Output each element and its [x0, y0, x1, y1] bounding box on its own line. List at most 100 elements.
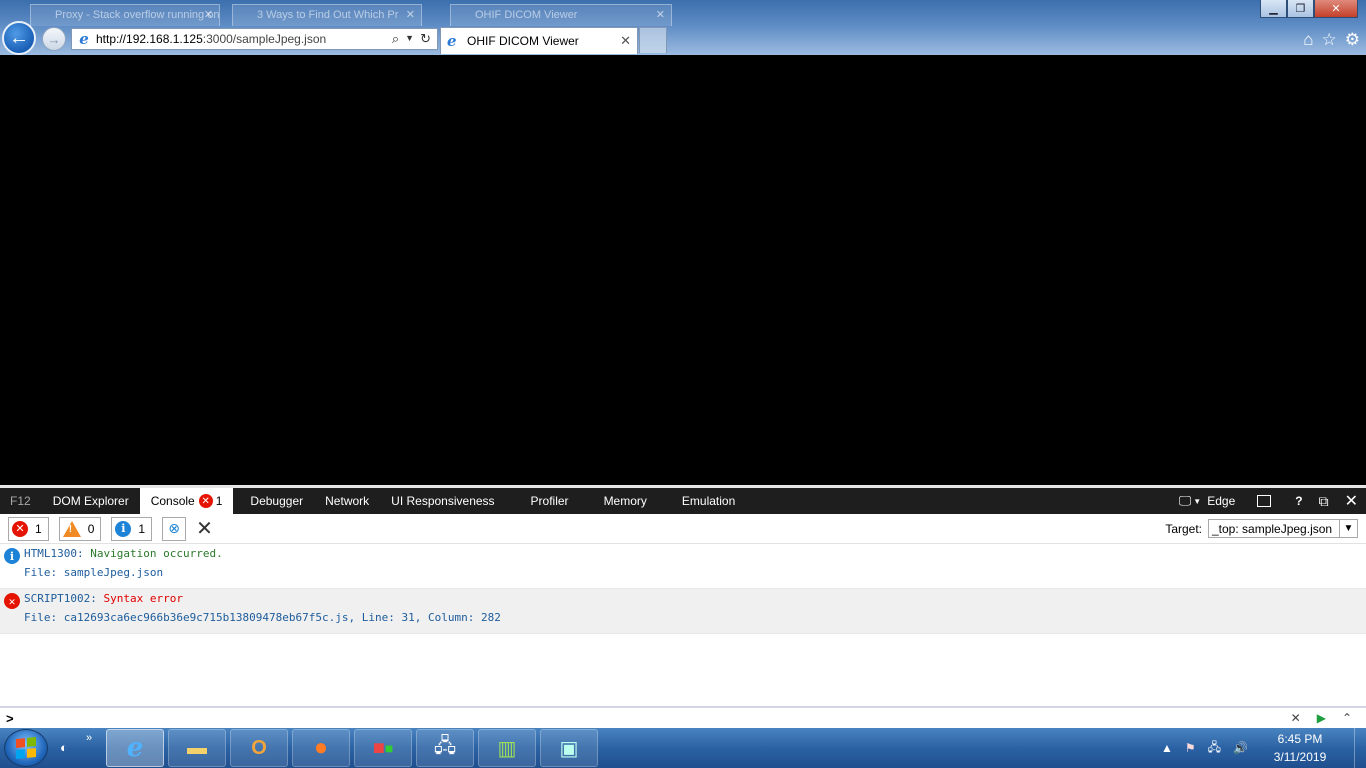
help-icon: ?: [1295, 494, 1303, 508]
arrow-left-icon: ←: [9, 26, 29, 49]
tab-console[interactable]: Console ✕ 1: [139, 488, 234, 514]
taskbar-network-app[interactable]: ■ ■: [354, 729, 412, 767]
close-tab-icon[interactable]: ✕: [620, 33, 631, 49]
help-button[interactable]: ?: [1287, 494, 1310, 508]
devtools-right-controls: 🖵 ▼ Edge ? ⧉ ✕: [1171, 488, 1366, 514]
new-tab-button[interactable]: [639, 27, 667, 53]
star-icon[interactable]: ☆: [1322, 30, 1337, 50]
monitor-icon: 🖵: [1178, 493, 1192, 508]
background-tab-1[interactable]: Proxy - Stack overflow running on Cl ✕: [30, 4, 220, 26]
network-icon[interactable]: 🖧: [1208, 738, 1221, 759]
chevron-right-icon[interactable]: »: [86, 732, 92, 744]
clock[interactable]: 6:45 PM 3/11/2019: [1260, 730, 1340, 766]
address-url[interactable]: http://192.168.1.125:3000/sampleJpeg.jso…: [96, 32, 326, 46]
warnings-filter[interactable]: ! 0: [58, 516, 102, 541]
clear-on-navigate-icon: ⊗: [168, 520, 180, 536]
tab-ui-responsiveness[interactable]: UI Responsiveness: [380, 488, 505, 514]
page-viewport[interactable]: [0, 55, 1366, 485]
address-path: :3000/sampleJpeg.json: [202, 32, 327, 46]
expand-input-icon[interactable]: ⌃: [1342, 711, 1352, 725]
devtools-tab-bar: F12 DOM Explorer Console ✕ 1 Debugger Ne…: [0, 488, 1366, 514]
f12-label: F12: [10, 494, 31, 508]
taskbar-firefox[interactable]: ●: [292, 729, 350, 767]
console-input-bar[interactable]: > ✕ ▶ ⌃: [0, 706, 1366, 728]
console-toggle-button[interactable]: [1249, 495, 1279, 507]
info-count: 1: [138, 521, 146, 536]
window-controls: ▁ ❐ ✕: [1260, 0, 1358, 18]
volume-icon[interactable]: 🔊: [1233, 741, 1248, 755]
background-tab-1-label: Proxy - Stack overflow running on Cl: [55, 9, 220, 21]
error-icon: ✕: [12, 520, 28, 537]
console-message[interactable]: i HTML1300: Navigation occurred. File: s…: [0, 544, 1366, 589]
restore-button[interactable]: ❐: [1287, 0, 1314, 18]
taskbar-remote-app[interactable]: 🖧: [416, 729, 474, 767]
console-error-count: 1: [215, 494, 223, 508]
search-icon[interactable]: ⌕: [392, 31, 399, 47]
taskbar-file-explorer[interactable]: ▬: [168, 729, 226, 767]
run-icon[interactable]: ▶: [1317, 711, 1326, 725]
taskbar-monitor-app[interactable]: ▣: [540, 729, 598, 767]
chevron-down-icon: ▼: [1339, 520, 1357, 537]
chart-app-icon: ▥: [497, 737, 517, 760]
info-icon: i: [115, 520, 132, 537]
message-file[interactable]: File: ca12693ca6ec966b36e9c715b13809478e…: [24, 611, 1366, 630]
close-tab-icon[interactable]: ✕: [406, 5, 415, 25]
active-tab[interactable]: e OHIF DICOM Viewer ✕: [440, 27, 638, 54]
console-prompt-icon: [1257, 495, 1272, 507]
console-output[interactable]: i HTML1300: Navigation occurred. File: s…: [0, 544, 1366, 706]
clear-input-icon[interactable]: ✕: [1291, 711, 1301, 725]
minimize-button[interactable]: ▁: [1260, 0, 1287, 18]
folder-icon: ▬: [187, 736, 207, 759]
address-host: http://192.168.1.125: [96, 32, 203, 46]
close-icon: ✕: [196, 517, 213, 540]
errors-filter[interactable]: ✕ 1: [8, 516, 49, 541]
message-text: Syntax error: [103, 592, 183, 605]
tab-emulation[interactable]: Emulation: [671, 488, 746, 514]
chevron-down-icon: ▼: [1193, 496, 1202, 506]
refresh-icon[interactable]: ↻: [420, 31, 431, 47]
taskbar: ◐ » e ▬ O ● ■ ■ 🖧 ▥ ▣ ▲ ⚑ 🖧 🔊 6:45 PM 3/1…: [0, 728, 1366, 768]
language-icon[interactable]: ◐: [60, 740, 68, 755]
undock-button[interactable]: ⧉: [1311, 493, 1337, 510]
forward-button[interactable]: →: [42, 27, 66, 51]
show-hidden-icons[interactable]: ▲: [1161, 741, 1173, 755]
action-center-icon[interactable]: ⚑: [1185, 741, 1196, 755]
clear-on-navigate-button[interactable]: ⊗: [162, 516, 187, 541]
background-tab-2[interactable]: 3 Ways to Find Out Which Pr ✕: [232, 4, 422, 26]
tab-profiler[interactable]: Profiler: [520, 488, 580, 514]
tab-debugger[interactable]: Debugger: [239, 488, 314, 514]
taskbar-outlook[interactable]: O: [230, 729, 288, 767]
close-tab-icon[interactable]: ✕: [656, 5, 665, 25]
chevron-down-icon[interactable]: ▼: [405, 31, 414, 47]
tab-dom-explorer[interactable]: DOM Explorer: [42, 488, 140, 514]
tab-memory[interactable]: Memory: [593, 488, 658, 514]
tab-network[interactable]: Network: [314, 488, 380, 514]
remote-app-icon: 🖧: [433, 735, 457, 757]
outlook-icon: O: [251, 736, 267, 759]
document-mode-selector[interactable]: 🖵 ▼ Edge: [1171, 493, 1244, 509]
gear-icon[interactable]: ⚙: [1345, 30, 1360, 50]
console-message[interactable]: ✕ SCRIPT1002: Syntax error File: ca12693…: [0, 589, 1366, 634]
system-tray: ▲ ⚑ 🖧 🔊 6:45 PM 3/11/2019: [1161, 728, 1366, 768]
internet-explorer-icon: e: [126, 733, 144, 763]
info-filter[interactable]: i 1: [111, 516, 153, 541]
close-tab-icon[interactable]: ✕: [204, 5, 213, 25]
close-devtools-button[interactable]: ✕: [1337, 491, 1366, 511]
message-file[interactable]: File: sampleJpeg.json: [24, 566, 1366, 585]
error-icon: ✕: [4, 593, 20, 609]
start-button[interactable]: [4, 729, 48, 767]
show-desktop-button[interactable]: [1354, 728, 1366, 768]
taskbar-internet-explorer[interactable]: e: [106, 729, 164, 767]
network-app-icon-2: ■: [384, 740, 394, 756]
home-icon[interactable]: ⌂: [1303, 30, 1313, 50]
address-bar[interactable]: e http://192.168.1.125:3000/sampleJpeg.j…: [71, 28, 438, 50]
message-text: Navigation occurred.: [90, 547, 223, 560]
back-button[interactable]: ←: [2, 21, 36, 55]
target-dropdown[interactable]: _top: sampleJpeg.json ▼: [1208, 519, 1358, 538]
clear-console-button[interactable]: ✕: [196, 519, 213, 539]
errors-count: 1: [35, 521, 42, 536]
background-tab-3[interactable]: OHIF DICOM Viewer ✕: [450, 4, 672, 26]
close-window-button[interactable]: ✕: [1314, 0, 1358, 18]
taskbar-chart-app[interactable]: ▥: [478, 729, 536, 767]
document-mode-value: Edge: [1207, 494, 1236, 508]
